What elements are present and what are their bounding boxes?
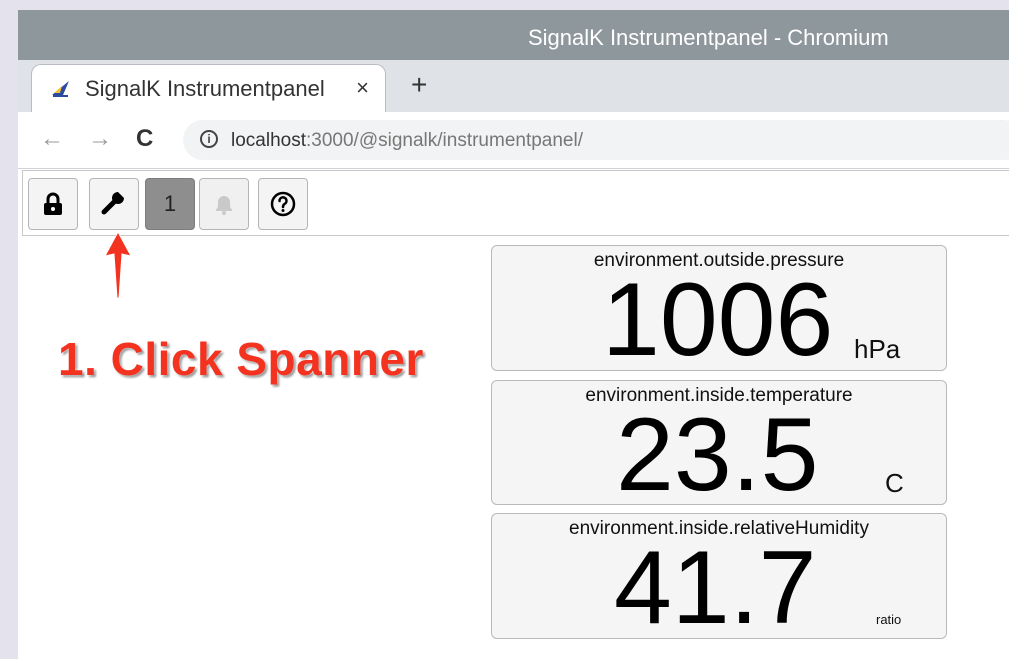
window-title: SignalK Instrumentpanel - Chromium bbox=[528, 25, 889, 50]
widget-unit: C bbox=[885, 468, 904, 498]
forward-arrow-icon[interactable]: → bbox=[88, 126, 112, 152]
help-button[interactable] bbox=[258, 178, 308, 230]
annotation-label: 1. Click Spanner bbox=[58, 333, 424, 385]
tab-strip: SignalK Instrumentpanel × + bbox=[18, 60, 1009, 112]
question-icon bbox=[270, 191, 296, 217]
address-bar[interactable]: i localhost:3000/@signalk/instrumentpane… bbox=[183, 120, 1009, 160]
back-arrow-icon[interactable]: ← bbox=[40, 126, 64, 152]
url-host: localhost bbox=[231, 130, 306, 151]
pressure-widget[interactable]: environment.outside.pressure 1006 hPa bbox=[491, 245, 947, 371]
temperature-widget[interactable]: environment.inside.temperature 23.5 C bbox=[491, 380, 947, 505]
widget-value: 23.5 bbox=[616, 397, 819, 505]
signalk-favicon-icon bbox=[52, 81, 69, 97]
browser-tab[interactable]: SignalK Instrumentpanel × bbox=[31, 64, 386, 112]
page-counter-button[interactable]: 1 bbox=[145, 178, 195, 230]
site-info-icon[interactable]: i bbox=[200, 130, 218, 148]
navigation-bar: ← → C i localhost:3000/@signalk/instrume… bbox=[18, 112, 1009, 169]
bell-icon bbox=[216, 196, 232, 215]
wrench-icon bbox=[101, 191, 125, 215]
widget-unit: hPa bbox=[854, 334, 901, 364]
tab-title: SignalK Instrumentpanel bbox=[85, 76, 325, 101]
humidity-widget[interactable]: environment.inside.relativeHumidity 41.7… bbox=[491, 513, 947, 639]
widget-value: 41.7 bbox=[614, 530, 817, 639]
url-path: :3000/@signalk/instrumentpanel/ bbox=[306, 130, 584, 151]
widget-unit: ratio bbox=[876, 612, 902, 627]
browser-window: SignalK Instrumentpanel - Chromium Signa… bbox=[18, 10, 1009, 659]
settings-spanner-button[interactable] bbox=[89, 178, 139, 230]
reload-icon[interactable]: C bbox=[136, 126, 153, 152]
new-tab-icon[interactable]: + bbox=[411, 71, 427, 99]
tab-close-icon[interactable]: × bbox=[356, 75, 369, 101]
title-bar: SignalK Instrumentpanel - Chromium bbox=[18, 10, 1009, 60]
lock-icon bbox=[44, 192, 62, 215]
instrumentpanel-toolbar: 1 bbox=[22, 170, 1009, 236]
annotation-arrow-icon bbox=[104, 230, 132, 299]
alarm-button[interactable] bbox=[199, 178, 249, 230]
widget-value: 1006 bbox=[602, 262, 834, 371]
url-text[interactable]: localhost:3000/@signalk/instrumentpanel/ bbox=[231, 130, 583, 152]
lock-button[interactable] bbox=[28, 178, 78, 230]
